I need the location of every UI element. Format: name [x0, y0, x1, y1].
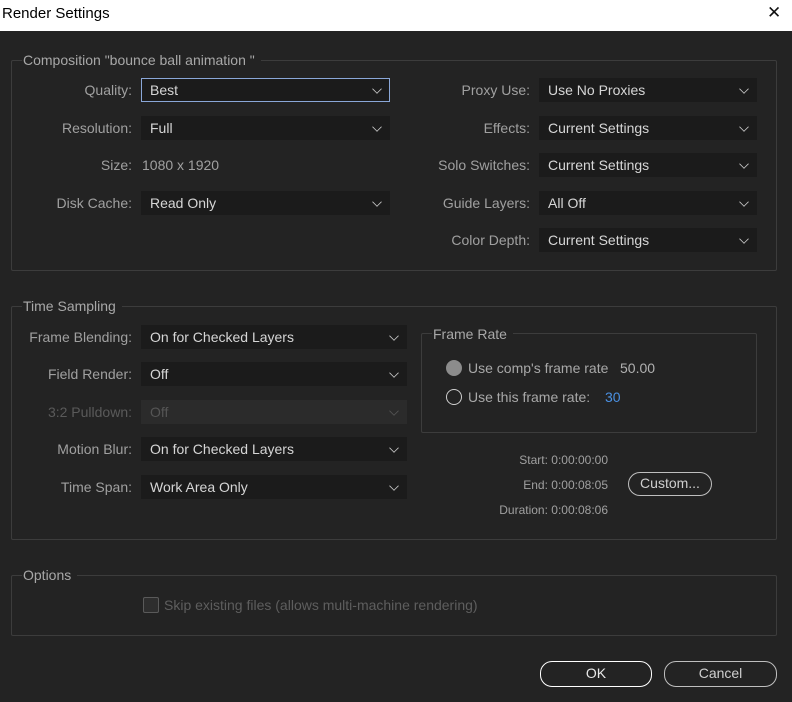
effects-label: Effects:	[483, 120, 530, 136]
chevron-down-icon	[739, 159, 749, 169]
disk-cache-dropdown[interactable]: Read Only	[141, 191, 390, 215]
ok-button[interactable]: OK	[540, 661, 652, 687]
disk-cache-value: Read Only	[150, 195, 217, 211]
proxy-use-dropdown[interactable]: Use No Proxies	[539, 78, 757, 102]
frame-rate-group	[421, 333, 757, 433]
resolution-value: Full	[150, 120, 173, 136]
chevron-down-icon	[739, 234, 749, 244]
use-comp-frame-rate-radio[interactable]: Use comp's frame rate	[446, 359, 626, 379]
color-depth-label: Color Depth:	[451, 232, 530, 248]
ok-button-label: OK	[585, 665, 607, 681]
cancel-button[interactable]: Cancel	[664, 661, 777, 687]
motion-blur-value: On for Checked Layers	[150, 441, 294, 457]
chevron-down-icon	[389, 368, 399, 378]
motion-blur-dropdown[interactable]: On for Checked Layers	[141, 437, 407, 461]
duration-time: Duration: 0:00:08:06	[499, 503, 608, 517]
chevron-down-icon	[389, 443, 399, 453]
time-span-value: Work Area Only	[150, 479, 248, 495]
pulldown-label: 3:2 Pulldown:	[47, 404, 132, 420]
chevron-down-icon	[389, 481, 399, 491]
comp-frame-rate-value: 50.00	[620, 360, 656, 376]
cancel-button-label: Cancel	[698, 665, 743, 681]
chevron-down-icon	[739, 84, 749, 94]
start-time: Start: 0:00:00:00	[519, 453, 608, 467]
end-time: End: 0:00:08:05	[523, 478, 608, 492]
chevron-down-icon	[372, 122, 382, 132]
radio-unselected-icon	[446, 389, 462, 405]
disk-cache-label: Disk Cache:	[56, 195, 132, 211]
pulldown-value: Off	[150, 404, 169, 420]
quality-dropdown[interactable]: Best	[141, 78, 390, 102]
frame-blending-label: Frame Blending:	[29, 329, 132, 345]
color-depth-dropdown[interactable]: Current Settings	[539, 228, 757, 252]
chevron-down-icon	[389, 406, 399, 416]
guide-layers-dropdown[interactable]: All Off	[539, 191, 757, 215]
size-value: 1080 x 1920	[142, 157, 220, 173]
skip-existing-files-checkbox[interactable]	[143, 597, 159, 613]
time-sampling-legend: Time Sampling	[22, 298, 122, 314]
use-this-frame-rate-radio[interactable]: Use this frame rate:	[446, 388, 606, 408]
resolution-label: Resolution:	[61, 120, 132, 136]
solo-switches-value: Current Settings	[548, 157, 650, 173]
field-render-value: Off	[150, 366, 169, 382]
size-label: Size:	[100, 157, 132, 173]
close-icon[interactable]: ✕	[767, 3, 781, 23]
window-title: Render Settings	[2, 5, 110, 22]
chevron-down-icon	[372, 197, 382, 207]
motion-blur-label: Motion Blur:	[57, 441, 132, 457]
quality-label: Quality:	[84, 82, 132, 98]
guide-layers-label: Guide Layers:	[442, 195, 530, 211]
custom-button-label: Custom...	[640, 475, 700, 491]
use-comp-frame-rate-label: Use comp's frame rate	[468, 360, 609, 376]
frame-blending-dropdown[interactable]: On for Checked Layers	[141, 325, 407, 349]
field-render-dropdown[interactable]: Off	[141, 362, 407, 386]
composition-legend: Composition "bounce ball animation "	[22, 52, 261, 68]
pulldown-dropdown: Off	[141, 400, 407, 424]
proxy-use-label: Proxy Use:	[461, 82, 530, 98]
chevron-down-icon	[372, 84, 382, 94]
radio-selected-icon	[446, 360, 462, 376]
field-render-label: Field Render:	[47, 366, 132, 382]
color-depth-value: Current Settings	[548, 232, 650, 248]
effects-dropdown[interactable]: Current Settings	[539, 116, 757, 140]
frame-blending-value: On for Checked Layers	[150, 329, 294, 345]
guide-layers-value: All Off	[548, 195, 586, 211]
chevron-down-icon	[739, 122, 749, 132]
chevron-down-icon	[739, 197, 749, 207]
solo-switches-label: Solo Switches:	[438, 157, 530, 173]
frame-rate-input[interactable]: 30	[605, 389, 621, 405]
options-legend: Options	[22, 567, 78, 583]
chevron-down-icon	[389, 331, 399, 341]
proxy-use-value: Use No Proxies	[548, 82, 646, 98]
effects-value: Current Settings	[548, 120, 650, 136]
solo-switches-dropdown[interactable]: Current Settings	[539, 153, 757, 177]
frame-rate-legend: Frame Rate	[432, 326, 513, 342]
resolution-dropdown[interactable]: Full	[141, 116, 390, 140]
skip-existing-files-label: Skip existing files (allows multi-machin…	[164, 597, 478, 613]
use-this-frame-rate-label: Use this frame rate:	[468, 389, 591, 405]
quality-value: Best	[150, 82, 179, 98]
time-span-dropdown[interactable]: Work Area Only	[141, 475, 407, 499]
title-bar: Render Settings ✕	[0, 0, 792, 31]
time-span-label: Time Span:	[60, 479, 132, 495]
custom-button[interactable]: Custom...	[628, 472, 712, 496]
